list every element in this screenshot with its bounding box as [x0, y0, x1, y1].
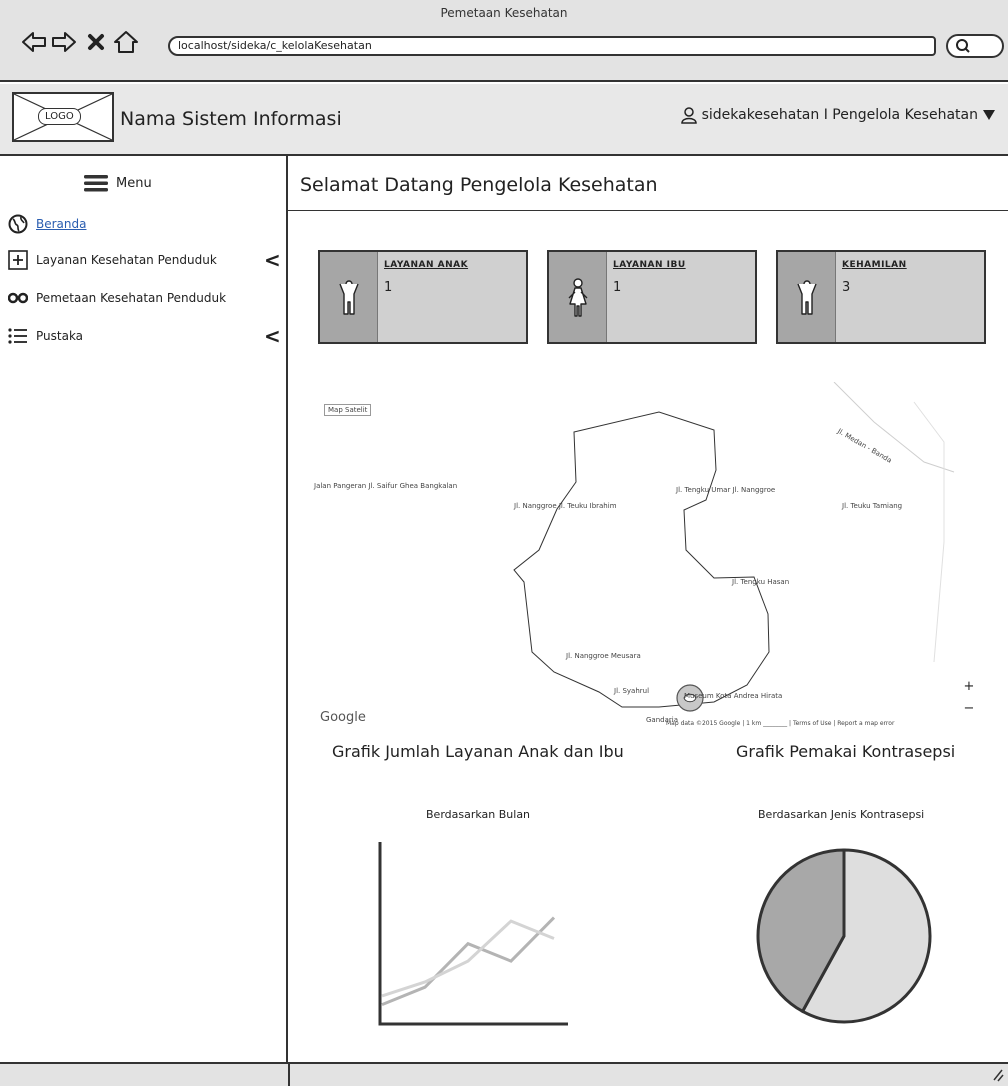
menu-label: Menu	[116, 175, 152, 191]
stat-card-title: KEHAMILAN	[842, 260, 907, 270]
google-logo: Google	[320, 710, 366, 725]
main-content: Selamat Datang Pengelola Kesehatan LAYAN…	[286, 156, 1008, 1062]
line-chart-title: Grafik Jumlah Layanan Anak dan Ibu	[332, 742, 624, 761]
map-type-control[interactable]: Map Satelit	[324, 404, 372, 416]
logo-text: LOGO	[38, 108, 81, 125]
pie-chart	[756, 848, 932, 1024]
chevron-left-icon[interactable]: <	[264, 248, 281, 272]
search-icon	[956, 39, 970, 53]
stat-card-icon-area	[778, 252, 836, 342]
stat-card-value: 1	[613, 280, 622, 295]
child-icon	[339, 280, 359, 315]
browser-search-button[interactable]	[946, 34, 1004, 58]
app-header: LOGO Nama Sistem Informasi sidekakesehat…	[0, 84, 1008, 156]
caret-down-icon	[983, 110, 995, 120]
sidebar-item-beranda[interactable]: Beranda	[8, 212, 278, 236]
stat-card-layanan-ibu[interactable]: LAYANAN IBU 1	[547, 250, 757, 344]
map-canvas	[513, 382, 955, 712]
pie-chart-title: Grafik Pemakai Kontrasepsi	[736, 742, 956, 761]
menu-toggle[interactable]: Menu	[84, 174, 152, 192]
chevron-left-icon[interactable]: <	[264, 324, 281, 348]
map-place-label: Jl. Teuku Tamiang	[842, 502, 903, 510]
title-divider	[286, 210, 1008, 211]
map-place-label: Jl. Nanggroe Meusara	[566, 652, 641, 660]
browser-chrome: Pemetaan Kesehatan localhost/sideka/c_ke…	[0, 0, 1008, 82]
stat-card-title: LAYANAN ANAK	[384, 260, 469, 270]
child-icon	[797, 280, 817, 315]
sidebar-item-pemetaan-kesehatan[interactable]: Pemetaan Kesehatan Penduduk	[8, 286, 278, 310]
glasses-icon	[8, 292, 28, 304]
sidebar-item-pustaka[interactable]: Pustaka <	[8, 324, 281, 348]
list-icon	[8, 328, 27, 344]
back-arrow-icon[interactable]	[20, 28, 48, 56]
stat-card-icon-area	[320, 252, 378, 342]
resize-grip-icon[interactable]	[992, 1068, 1004, 1082]
woman-icon	[568, 278, 588, 317]
map-place-label: Museum Kota Andrea Hirata	[684, 692, 783, 700]
url-bar[interactable]: localhost/sideka/c_kelolaKesehatan	[168, 36, 936, 56]
map-footer[interactable]: Map data ©2015 Google | 1 km ________ | …	[666, 720, 894, 727]
zoom-out-button[interactable]: −	[960, 700, 978, 718]
stat-card-icon-area	[549, 252, 607, 342]
line-series-2	[381, 919, 555, 998]
stat-card-title: LAYANAN IBU	[613, 260, 686, 270]
stat-card-value: 1	[384, 280, 393, 295]
page-title: Selamat Datang Pengelola Kesehatan	[300, 174, 658, 196]
sidebar: Menu Beranda Layanan Kesehatan Penduduk …	[0, 156, 288, 1062]
sidebar-item-label: Beranda	[36, 217, 87, 231]
sidebar-item-layanan-kesehatan[interactable]: Layanan Kesehatan Penduduk <	[8, 248, 281, 272]
globe-icon	[8, 214, 28, 234]
hamburger-icon	[84, 175, 108, 192]
stat-card-layanan-anak[interactable]: LAYANAN ANAK 1	[318, 250, 528, 344]
stat-card-value: 3	[842, 280, 851, 295]
user-menu[interactable]: sidekakesehatan I Pengelola Kesehatan	[680, 106, 996, 124]
map-place-label: Jl. Tengku Hasan	[732, 578, 790, 586]
window-title: Pemetaan Kesehatan	[440, 6, 568, 20]
sidebar-item-label: Layanan Kesehatan Penduduk	[36, 253, 217, 267]
map-place-label: Jl. Syahrul	[614, 687, 650, 695]
line-chart-subtitle: Berdasarkan Bulan	[426, 808, 531, 821]
home-icon[interactable]	[112, 28, 140, 56]
map-place-label: Jl. Nanggroe Jl. Teuku Ibrahim	[514, 502, 617, 510]
app-name: Nama Sistem Informasi	[120, 108, 342, 130]
status-bar	[0, 1062, 1008, 1086]
plus-box-icon	[8, 250, 28, 270]
zoom-in-button[interactable]: +	[960, 678, 978, 696]
user-icon	[680, 107, 697, 124]
map-place-label: Jl. Tengku Umar Jl. Nanggroe	[676, 486, 776, 494]
sidebar-item-label: Pemetaan Kesehatan Penduduk	[36, 291, 227, 305]
stat-card-kehamilan[interactable]: KEHAMILAN 3	[776, 250, 986, 344]
pie-chart-subtitle: Berdasarkan Jenis Kontrasepsi	[758, 808, 925, 821]
status-bar-divider	[288, 1064, 290, 1086]
map-place-label: Jalan Pangeran Jl. Saifur Ghea Bangkalan	[314, 482, 458, 490]
line-chart	[378, 842, 568, 1026]
logo: LOGO	[12, 92, 114, 142]
sidebar-item-label: Pustaka	[36, 329, 84, 343]
map-view[interactable]: Map Satelit Jalan Pangeran Jl. Saifur Gh…	[314, 382, 986, 734]
close-icon[interactable]	[82, 28, 110, 56]
forward-arrow-icon[interactable]	[50, 28, 78, 56]
user-label: sidekakesehatan I Pengelola Kesehatan	[701, 107, 978, 123]
